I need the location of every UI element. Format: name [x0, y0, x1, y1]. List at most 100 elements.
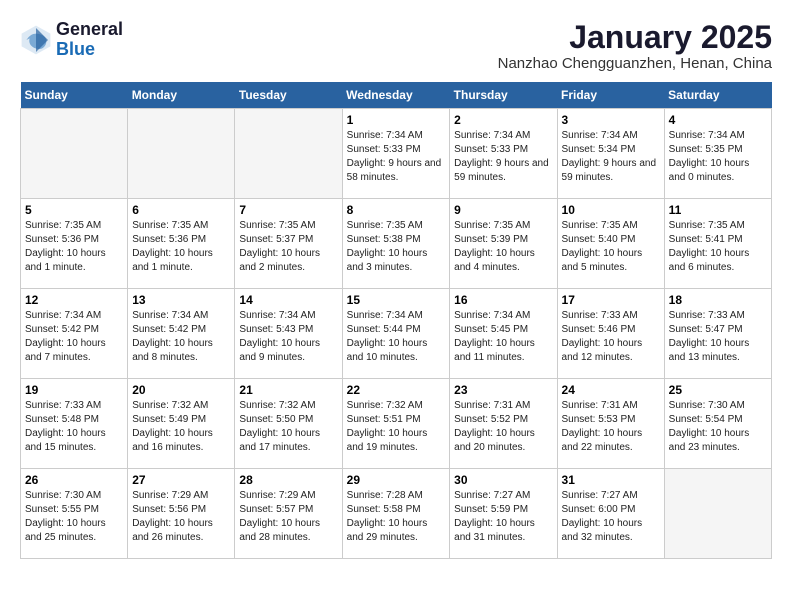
logo-blue: Blue [56, 40, 123, 60]
day-info: Sunrise: 7:34 AMSunset: 5:33 PMDaylight:… [347, 129, 446, 185]
day-cell: 12Sunrise: 7:34 AMSunset: 5:42 PMDayligh… [21, 289, 128, 379]
day-number: 25 [669, 383, 767, 397]
day-info: Sunrise: 7:35 AMSunset: 5:41 PMDaylight:… [669, 219, 767, 275]
day-info: Sunrise: 7:31 AMSunset: 5:52 PMDaylight:… [454, 399, 552, 455]
day-number: 17 [562, 293, 660, 307]
day-number: 26 [25, 473, 123, 487]
day-number: 7 [239, 203, 337, 217]
day-info: Sunrise: 7:35 AMSunset: 5:38 PMDaylight:… [347, 219, 446, 275]
day-number: 15 [347, 293, 446, 307]
day-cell: 13 Sunrise: 7:34 AMSunset: 5:42 PMDayligh… [128, 289, 235, 379]
day-info: Sunrise: 7:32 AMSunset: 5:50 PMDaylight:… [239, 399, 337, 455]
day-number: 10 [562, 203, 660, 217]
day-cell: 6 Sunrise: 7:35 AMSunset: 5:36 PMDaylight… [128, 199, 235, 289]
logo-text: General Blue [56, 20, 123, 60]
day-number: 1 [347, 113, 446, 127]
day-cell: 9 Sunrise: 7:35 AMSunset: 5:39 PMDaylight… [450, 199, 557, 289]
day-info: Sunrise: 7:34 AMSunset: 5:42 PMDaylight:… [132, 309, 230, 365]
day-cell: 5 Sunrise: 7:35 AMSunset: 5:36 PMDaylight… [21, 199, 128, 289]
day-number: 6 [132, 203, 230, 217]
day-cell: 1 Sunrise: 7:34 AMSunset: 5:33 PMDaylight… [342, 109, 450, 199]
day-info: Sunrise: 7:34 AMSunset: 5:43 PMDaylight:… [239, 309, 337, 365]
day-number: 11 [669, 203, 767, 217]
day-cell: 18Sunrise: 7:33 AMSunset: 5:47 PMDayligh… [664, 289, 771, 379]
day-cell: 17 Sunrise: 7:33 AMSunset: 5:46 PMDayligh… [557, 289, 664, 379]
week-row-1: 1 Sunrise: 7:34 AMSunset: 5:33 PMDaylight… [21, 109, 772, 199]
day-number: 21 [239, 383, 337, 397]
day-cell: 14 Sunrise: 7:34 AMSunset: 5:43 PMDayligh… [235, 289, 342, 379]
day-info: Sunrise: 7:33 AMSunset: 5:48 PMDaylight:… [25, 399, 123, 455]
title-section: January 2025 Nanzhao Chengguanzhen, Hena… [498, 20, 772, 72]
day-info: Sunrise: 7:35 AMSunset: 5:39 PMDaylight:… [454, 219, 552, 275]
day-cell: 11 Sunrise: 7:35 AMSunset: 5:41 PMDayligh… [664, 199, 771, 289]
day-info: Sunrise: 7:27 AMSunset: 6:00 PMDaylight:… [562, 489, 660, 545]
logo: General Blue [20, 20, 123, 60]
day-number: 8 [347, 203, 446, 217]
col-header-tuesday: Tuesday [235, 82, 342, 109]
day-number: 14 [239, 293, 337, 307]
day-number: 27 [132, 473, 230, 487]
col-header-wednesday: Wednesday [342, 82, 450, 109]
day-cell: 15 Sunrise: 7:34 AMSunset: 5:44 PMDayligh… [342, 289, 450, 379]
day-number: 9 [454, 203, 552, 217]
day-info: Sunrise: 7:28 AMSunset: 5:58 PMDaylight:… [347, 489, 446, 545]
location: Nanzhao Chengguanzhen, Henan, China [498, 55, 772, 72]
day-info: Sunrise: 7:33 AMSunset: 5:47 PMDaylight:… [669, 309, 767, 365]
week-row-3: 12Sunrise: 7:34 AMSunset: 5:42 PMDayligh… [21, 289, 772, 379]
day-cell: 30 Sunrise: 7:27 AMSunset: 5:59 PMDayligh… [450, 469, 557, 559]
day-cell: 21 Sunrise: 7:32 AMSunset: 5:50 PMDayligh… [235, 379, 342, 469]
day-info: Sunrise: 7:34 AMSunset: 5:35 PMDaylight:… [669, 129, 767, 185]
col-header-sunday: Sunday [21, 82, 128, 109]
day-info: Sunrise: 7:34 AMSunset: 5:44 PMDaylight:… [347, 309, 446, 365]
day-info: Sunrise: 7:27 AMSunset: 5:59 PMDaylight:… [454, 489, 552, 545]
day-info: Sunrise: 7:34 AMSunset: 5:34 PMDaylight:… [562, 129, 660, 185]
calendar-table: SundayMondayTuesdayWednesdayThursdayFrid… [20, 82, 772, 559]
col-header-monday: Monday [128, 82, 235, 109]
day-number: 2 [454, 113, 552, 127]
day-cell: 31 Sunrise: 7:27 AMSunset: 6:00 PMDayligh… [557, 469, 664, 559]
day-cell: 27 Sunrise: 7:29 AMSunset: 5:56 PMDayligh… [128, 469, 235, 559]
day-info: Sunrise: 7:29 AMSunset: 5:56 PMDaylight:… [132, 489, 230, 545]
day-info: Sunrise: 7:35 AMSunset: 5:36 PMDaylight:… [25, 219, 123, 275]
day-number: 31 [562, 473, 660, 487]
header: General Blue January 2025 Nanzhao Chengg… [20, 20, 772, 72]
day-cell: 10Sunrise: 7:35 AMSunset: 5:40 PMDayligh… [557, 199, 664, 289]
day-cell: 25Sunrise: 7:30 AMSunset: 5:54 PMDayligh… [664, 379, 771, 469]
day-cell: 7Sunrise: 7:35 AMSunset: 5:37 PMDaylight… [235, 199, 342, 289]
day-cell [235, 109, 342, 199]
col-header-friday: Friday [557, 82, 664, 109]
day-number: 3 [562, 113, 660, 127]
week-row-2: 5 Sunrise: 7:35 AMSunset: 5:36 PMDaylight… [21, 199, 772, 289]
day-number: 5 [25, 203, 123, 217]
day-info: Sunrise: 7:33 AMSunset: 5:46 PMDaylight:… [562, 309, 660, 365]
day-cell [664, 469, 771, 559]
day-number: 29 [347, 473, 446, 487]
day-info: Sunrise: 7:34 AMSunset: 5:42 PMDaylight:… [25, 309, 123, 365]
day-cell: 8 Sunrise: 7:35 AMSunset: 5:38 PMDaylight… [342, 199, 450, 289]
day-cell [128, 109, 235, 199]
logo-icon [20, 24, 52, 56]
day-number: 4 [669, 113, 767, 127]
day-number: 30 [454, 473, 552, 487]
day-number: 13 [132, 293, 230, 307]
day-cell: 29 Sunrise: 7:28 AMSunset: 5:58 PMDayligh… [342, 469, 450, 559]
logo-general: General [56, 20, 123, 40]
day-cell [21, 109, 128, 199]
day-cell: 4 Sunrise: 7:34 AMSunset: 5:35 PMDaylight… [664, 109, 771, 199]
col-header-saturday: Saturday [664, 82, 771, 109]
day-info: Sunrise: 7:32 AMSunset: 5:49 PMDaylight:… [132, 399, 230, 455]
week-row-5: 26Sunrise: 7:30 AMSunset: 5:55 PMDayligh… [21, 469, 772, 559]
day-number: 22 [347, 383, 446, 397]
day-info: Sunrise: 7:35 AMSunset: 5:36 PMDaylight:… [132, 219, 230, 275]
week-row-4: 19Sunrise: 7:33 AMSunset: 5:48 PMDayligh… [21, 379, 772, 469]
header-row: SundayMondayTuesdayWednesdayThursdayFrid… [21, 82, 772, 109]
day-cell: 23 Sunrise: 7:31 AMSunset: 5:52 PMDayligh… [450, 379, 557, 469]
day-cell: 16Sunrise: 7:34 AMSunset: 5:45 PMDayligh… [450, 289, 557, 379]
col-header-thursday: Thursday [450, 82, 557, 109]
month-title: January 2025 [498, 20, 772, 55]
day-number: 23 [454, 383, 552, 397]
day-cell: 3 Sunrise: 7:34 AMSunset: 5:34 PMDaylight… [557, 109, 664, 199]
day-cell: 28Sunrise: 7:29 AMSunset: 5:57 PMDayligh… [235, 469, 342, 559]
day-number: 20 [132, 383, 230, 397]
day-cell: 22Sunrise: 7:32 AMSunset: 5:51 PMDayligh… [342, 379, 450, 469]
